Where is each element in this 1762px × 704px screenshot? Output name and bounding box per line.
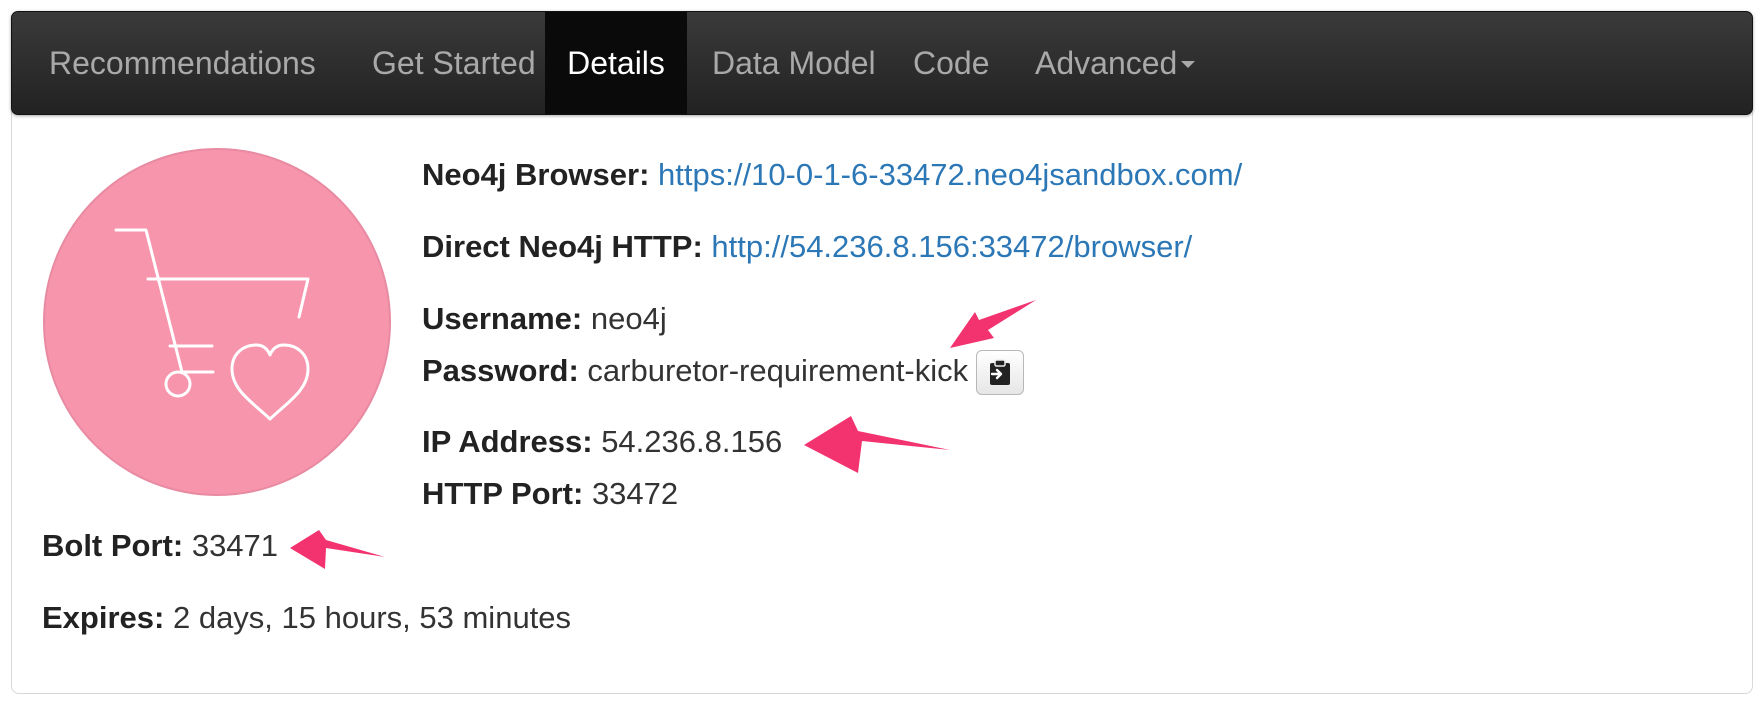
http-port-row: HTTP Port: 33472 xyxy=(422,474,678,514)
ip-address-label: IP Address: xyxy=(422,424,593,459)
username-label: Username: xyxy=(422,301,583,336)
http-port-label: HTTP Port: xyxy=(422,476,584,511)
direct-http-row: Direct Neo4j HTTP: http://54.236.8.156:3… xyxy=(422,227,1192,267)
navbar: Recommendations Get Started Details Data… xyxy=(11,11,1753,115)
neo4j-browser-label: Neo4j Browser: xyxy=(422,157,650,192)
expires-label: Expires: xyxy=(42,600,165,635)
neo4j-browser-row: Neo4j Browser: https://10-0-1-6-33472.ne… xyxy=(422,155,1242,195)
bolt-port-row: Bolt Port: 33471 xyxy=(42,526,278,566)
bolt-port-label: Bolt Port: xyxy=(42,528,184,563)
tab-data-model[interactable]: Data Model xyxy=(712,12,876,114)
neo4j-browser-link[interactable]: https://10-0-1-6-33472.neo4jsandbox.com/ xyxy=(658,157,1242,192)
direct-http-link[interactable]: http://54.236.8.156:33472/browser/ xyxy=(711,229,1192,264)
bolt-port-value: 33471 xyxy=(191,528,279,563)
copy-password-button[interactable] xyxy=(976,350,1024,395)
expires-row: Expires: 2 days, 15 hours, 53 minutes xyxy=(42,598,571,638)
ip-address-row: IP Address: 54.236.8.156 xyxy=(422,422,782,462)
clipboard-icon xyxy=(990,358,1010,385)
tab-details[interactable]: Details xyxy=(545,12,687,114)
http-port-value: 33472 xyxy=(591,476,679,511)
ip-address-value: 54.236.8.156 xyxy=(601,424,783,459)
username-value: neo4j xyxy=(590,301,667,336)
password-label: Password: xyxy=(422,353,579,388)
caret-down-icon xyxy=(1181,60,1196,68)
expires-value: 2 days, 15 hours, 53 minutes xyxy=(172,600,572,635)
tab-recommendations[interactable]: Recommendations xyxy=(49,12,316,114)
tab-advanced-label: Advanced xyxy=(1035,45,1178,81)
username-row: Username: neo4j xyxy=(422,299,667,339)
shopping-cart-heart-icon xyxy=(43,148,391,496)
password-value: carburetor-requirement-kick xyxy=(587,353,969,388)
tab-code[interactable]: Code xyxy=(913,12,990,114)
tab-advanced[interactable]: Advanced xyxy=(1035,12,1196,114)
password-row: Password: carburetor-requirement-kick xyxy=(422,351,968,391)
tab-get-started[interactable]: Get Started xyxy=(372,12,536,114)
direct-http-label: Direct Neo4j HTTP: xyxy=(422,229,703,264)
